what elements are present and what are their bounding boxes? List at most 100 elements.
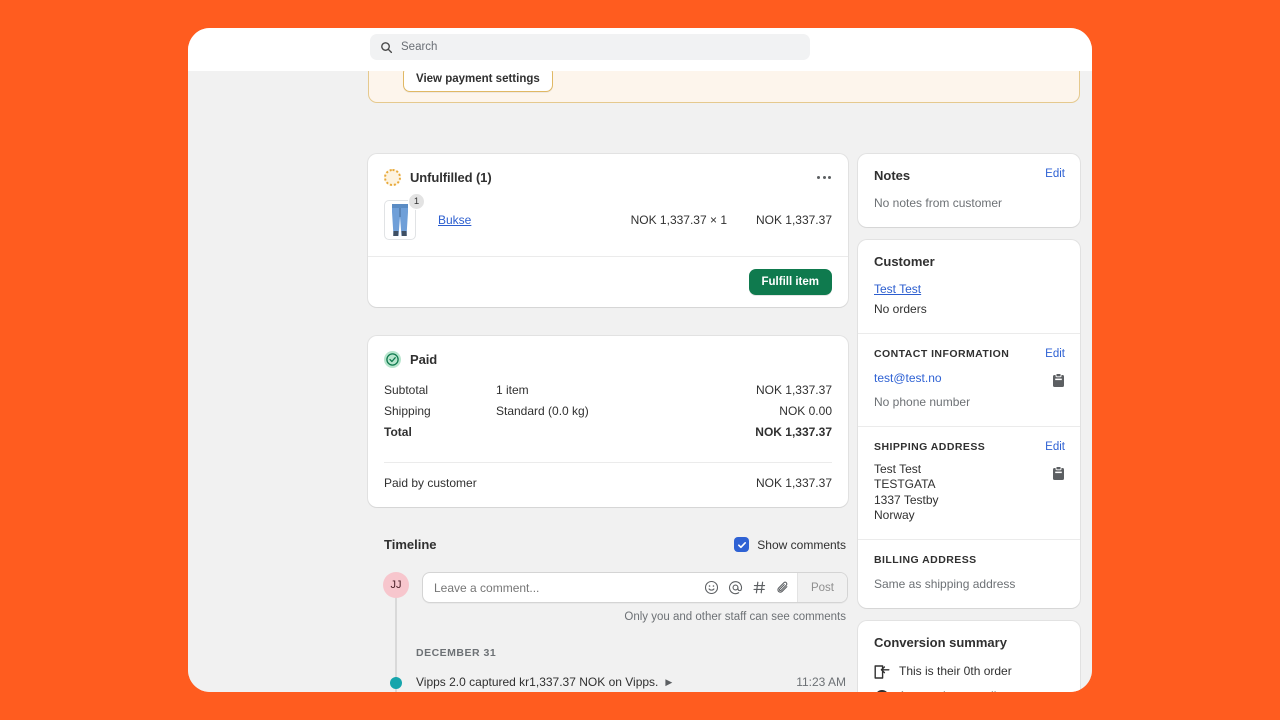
- paid-by-label: Paid by customer: [384, 476, 477, 490]
- paid-by-customer-row: Paid by customer NOK 1,337.37: [368, 463, 848, 505]
- notes-edit-link[interactable]: Edit: [1045, 168, 1065, 180]
- attachment-icon[interactable]: [776, 580, 791, 595]
- conversion-summary-card: Conversion summary This is their 0th ord…: [858, 621, 1080, 693]
- totals-label: Total: [384, 422, 496, 443]
- shipping-line: 1337 Testby: [874, 493, 1064, 509]
- paid-card: Paid Subtotal 1 item NOK 1,337.37 Shippi…: [368, 336, 848, 507]
- checkbox-icon[interactable]: [734, 537, 749, 552]
- page-viewport[interactable]: View payment settings Unfulfilled (1): [188, 71, 1092, 692]
- contact-edit-link[interactable]: Edit: [1045, 348, 1065, 360]
- hashtag-icon[interactable]: [752, 580, 767, 595]
- totals-detail: 1 item: [496, 380, 756, 401]
- browser-window: View payment settings Unfulfilled (1): [188, 28, 1092, 692]
- notes-card: Notes Edit No notes from customer: [858, 154, 1080, 227]
- order-return-icon: [874, 664, 890, 680]
- emoji-icon[interactable]: [704, 580, 719, 595]
- session-number-icon: 1: [874, 689, 890, 693]
- timeline-title: Timeline: [384, 537, 437, 552]
- paid-by-amount: NOK 1,337.37: [756, 476, 832, 490]
- shipping-heading: SHIPPING ADDRESS: [874, 441, 1064, 453]
- totals-label: Subtotal: [384, 380, 496, 401]
- shipping-edit-link[interactable]: Edit: [1045, 441, 1065, 453]
- comment-composer: JJ: [368, 564, 848, 603]
- copy-icon[interactable]: [1052, 373, 1065, 388]
- avatar: JJ: [383, 572, 409, 598]
- customer-section: Customer Test Test No orders: [858, 240, 1080, 333]
- conversion-row-text: This is their 0th order: [899, 663, 1012, 680]
- customer-email-link[interactable]: test@test.no: [874, 371, 942, 385]
- totals-detail: Standard (0.0 kg): [496, 401, 779, 422]
- customer-title: Customer: [874, 254, 1064, 269]
- unfulfilled-footer: Fulfill item: [368, 257, 848, 307]
- search-icon: [380, 41, 393, 54]
- customer-name-link[interactable]: Test Test: [874, 282, 921, 296]
- timeline-event-time: 11:23 AM: [796, 675, 846, 689]
- customer-card: Customer Test Test No orders CONTACT INF…: [858, 240, 1080, 608]
- unfulfilled-title: Unfulfilled (1): [410, 170, 492, 185]
- timeline-event-text: Vipps 2.0 captured kr1,337.37 NOK on Vip…: [368, 675, 658, 689]
- fulfill-item-button[interactable]: Fulfill item: [749, 269, 833, 295]
- totals-row-subtotal: Subtotal 1 item NOK 1,337.37: [384, 380, 832, 401]
- more-options-icon[interactable]: [812, 165, 836, 189]
- billing-heading: BILLING ADDRESS: [874, 554, 1064, 566]
- line-item: 1 Bukse NOK 1,337.37 × 1 NOK 1,337.37: [368, 186, 848, 257]
- billing-body: Same as shipping address: [874, 575, 1064, 593]
- comment-input-wrapper[interactable]: Post: [422, 572, 848, 603]
- shipping-line: TESTGATA: [874, 477, 1064, 493]
- totals-detail: [496, 422, 755, 443]
- unfulfilled-header: Unfulfilled (1): [368, 154, 848, 186]
- search-input[interactable]: [401, 41, 800, 53]
- conversion-row: This is their 0th order: [874, 663, 1064, 680]
- totals-amount: NOK 1,337.37: [755, 422, 832, 443]
- show-comments-label: Show comments: [757, 538, 846, 552]
- quantity-badge: 1: [408, 193, 425, 210]
- shipping-line: Norway: [874, 508, 1064, 524]
- timeline-header: Timeline Show comments: [368, 531, 848, 564]
- caret-right-icon[interactable]: ▶: [665, 677, 672, 688]
- paid-title: Paid: [410, 352, 437, 367]
- totals-amount: NOK 0.00: [779, 401, 832, 422]
- shipping-address-section: SHIPPING ADDRESS Edit Test Test TESTGATA…: [858, 426, 1080, 539]
- totals-amount: NOK 1,337.37: [756, 380, 832, 401]
- totals-row-total: Total NOK 1,337.37: [384, 422, 832, 443]
- customer-orders: No orders: [874, 302, 1064, 318]
- conversion-summary-title: Conversion summary: [874, 635, 1064, 650]
- post-comment-button[interactable]: Post: [797, 573, 847, 602]
- timeline-node-icon: [390, 677, 402, 689]
- comment-input[interactable]: [434, 581, 704, 595]
- timeline-body: JJ: [368, 564, 848, 689]
- app-topbar: [188, 28, 1092, 71]
- timeline-event: Vipps 2.0 captured kr1,337.37 NOK on Vip…: [368, 659, 848, 689]
- customer-phone: No phone number: [874, 393, 1064, 411]
- show-comments-toggle[interactable]: Show comments: [734, 537, 848, 552]
- sidebar-column: Notes Edit No notes from customer Custom…: [858, 71, 1080, 692]
- mention-icon[interactable]: [728, 580, 743, 595]
- notes-body: No notes from customer: [874, 194, 1064, 212]
- comment-privacy-hint: Only you and other staff can see comment…: [368, 603, 848, 623]
- contact-information-section: CONTACT INFORMATION Edit test@test.no No…: [858, 333, 1080, 426]
- search-bar[interactable]: [370, 34, 810, 60]
- timeline-date-group: DECEMBER 31: [368, 623, 848, 659]
- conversion-summary-section: Conversion summary This is their 0th ord…: [858, 621, 1080, 693]
- notes-section: Notes Edit No notes from customer: [858, 154, 1080, 227]
- timeline-section: Timeline Show comments: [368, 531, 848, 689]
- conversion-row: 1 1st session was direct to your store: [874, 688, 1064, 693]
- billing-address-section: BILLING ADDRESS Same as shipping address: [858, 539, 1080, 608]
- unfulfilled-card: Unfulfilled (1): [368, 154, 848, 307]
- view-payment-settings-button[interactable]: View payment settings: [403, 71, 553, 92]
- order-totals: Subtotal 1 item NOK 1,337.37 Shipping St…: [368, 368, 848, 453]
- line-item-unit-price: NOK 1,337.37 × 1: [631, 213, 727, 227]
- notes-title: Notes: [874, 168, 1064, 183]
- product-thumbnail-wrap: 1: [384, 200, 416, 240]
- contact-heading: CONTACT INFORMATION: [874, 348, 1064, 360]
- check-circle-icon: [384, 351, 401, 368]
- totals-label: Shipping: [384, 401, 496, 422]
- paid-header: Paid: [368, 336, 848, 368]
- conversion-row-text: 1st session was direct to your store: [899, 688, 1064, 693]
- totals-row-shipping: Shipping Standard (0.0 kg) NOK 0.00: [384, 401, 832, 422]
- copy-icon[interactable]: [1052, 466, 1065, 481]
- dotted-circle-icon: [384, 169, 401, 186]
- line-item-total: NOK 1,337.37: [727, 213, 832, 227]
- line-item-name-link[interactable]: Bukse: [438, 213, 471, 227]
- shipping-line: Test Test: [874, 462, 1064, 478]
